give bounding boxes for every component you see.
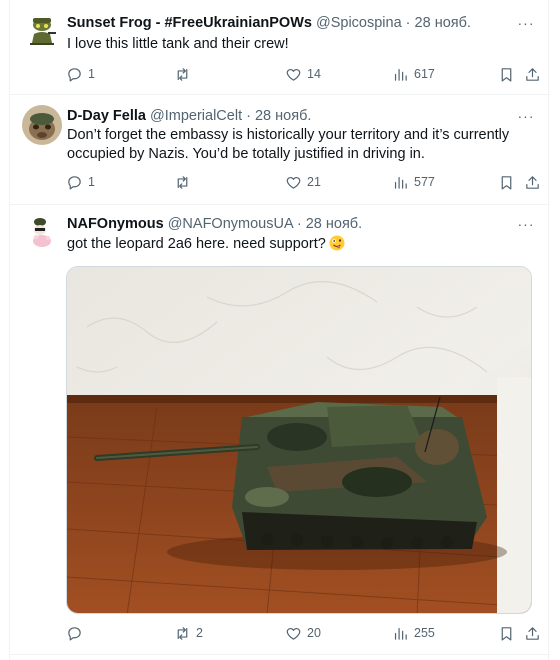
- share-icon: [526, 626, 539, 640]
- retweet-icon: [177, 67, 188, 81]
- bookmark-button[interactable]: [498, 623, 515, 643]
- bookmark-icon: [501, 175, 512, 189]
- tweet[interactable]: NAFOnymous @NAFOnymousUA · 28 нояб. ··· …: [10, 205, 550, 655]
- retweet-button[interactable]: [174, 64, 196, 84]
- share-button[interactable]: [524, 172, 541, 192]
- bookmark-icon: [501, 626, 512, 640]
- like-count: 21: [307, 175, 321, 189]
- more-icon[interactable]: ···: [516, 109, 536, 127]
- author-name[interactable]: D-Day Fella: [67, 108, 146, 124]
- views-icon: [394, 627, 407, 640]
- retweet-icon: [177, 175, 188, 189]
- views-count: 617: [414, 67, 435, 81]
- tweet-text-row: got the leopard 2a6 here. need support?: [67, 235, 530, 254]
- timestamp[interactable]: 28 нояб.: [306, 216, 362, 232]
- tank-photo[interactable]: [66, 266, 532, 614]
- reply-count: 1: [88, 67, 95, 81]
- retweet-count: 2: [196, 626, 203, 640]
- reply-icon: [68, 175, 81, 189]
- reply-icon: [68, 67, 81, 81]
- retweet-button[interactable]: [174, 172, 196, 192]
- tweet-actions: 2 20 255: [66, 623, 539, 643]
- more-icon[interactable]: ···: [516, 217, 536, 235]
- timeline: Sunset Frog - #FreeUkrainianPOWs @Spicos…: [9, 0, 550, 660]
- tweet-text: Don’t forget the embassy is historically…: [67, 127, 510, 162]
- timestamp[interactable]: 28 нояб.: [255, 108, 311, 124]
- tweet[interactable]: Sunset Frog - #FreeUkrainianPOWs @Spicos…: [10, 0, 550, 95]
- like-button[interactable]: 20: [285, 623, 321, 643]
- like-count: 14: [307, 67, 321, 81]
- tweet-text: I love this little tank and their crew!: [67, 36, 289, 52]
- zany-face-icon: [329, 235, 345, 251]
- like-button[interactable]: 21: [285, 172, 321, 192]
- tweet[interactable]: D-Day Fella @ImperialCelt · 28 нояб. ···…: [10, 95, 550, 205]
- tweet-header: D-Day Fella @ImperialCelt · 28 нояб.: [67, 107, 510, 125]
- bookmark-button[interactable]: [498, 172, 515, 192]
- tweet-header: NAFOnymous @NAFOnymousUA · 28 нояб.: [67, 215, 510, 233]
- timestamp[interactable]: 28 нояб.: [415, 15, 471, 31]
- author-name[interactable]: NAFOnymous: [67, 216, 164, 232]
- author-handle[interactable]: @ImperialCelt: [150, 108, 242, 124]
- reply-button[interactable]: [66, 623, 88, 643]
- like-icon: [286, 68, 301, 81]
- separator: ·: [242, 108, 255, 124]
- separator: ·: [292, 216, 306, 232]
- bookmark-button[interactable]: [498, 64, 515, 84]
- reply-button[interactable]: 1: [66, 172, 95, 192]
- avatar[interactable]: [22, 213, 62, 253]
- author-name[interactable]: Sunset Frog - #FreeUkrainianPOWs: [67, 15, 312, 31]
- author-handle[interactable]: @NAFOnymousUA: [168, 216, 293, 232]
- tweet-actions: 1 21 577: [66, 172, 539, 192]
- views-count: 577: [414, 175, 435, 189]
- views-count: 255: [414, 626, 435, 640]
- views-icon: [394, 68, 407, 81]
- retweet-button[interactable]: 2: [174, 623, 203, 643]
- tweet-text: got the leopard 2a6 here. need support?: [67, 236, 326, 252]
- views-button[interactable]: 617: [392, 64, 435, 84]
- share-icon: [526, 67, 539, 81]
- bookmark-icon: [501, 67, 512, 81]
- views-button[interactable]: 255: [392, 623, 435, 643]
- author-handle[interactable]: @Spicospina: [316, 15, 402, 31]
- reply-icon: [68, 626, 81, 640]
- like-icon: [286, 627, 301, 640]
- separator: ·: [401, 15, 415, 31]
- views-icon: [394, 176, 407, 189]
- like-button[interactable]: 14: [285, 64, 321, 84]
- share-button[interactable]: [524, 623, 541, 643]
- share-button[interactable]: [524, 64, 541, 84]
- share-icon: [526, 175, 539, 189]
- reply-button[interactable]: 1: [66, 64, 95, 84]
- like-count: 20: [307, 626, 321, 640]
- views-button[interactable]: 577: [392, 172, 435, 192]
- more-icon[interactable]: ···: [516, 16, 536, 34]
- avatar[interactable]: [22, 105, 62, 145]
- retweet-icon: [177, 626, 188, 640]
- avatar[interactable]: [22, 10, 62, 50]
- tweet-header: Sunset Frog - #FreeUkrainianPOWs @Spicos…: [67, 14, 510, 32]
- like-icon: [286, 176, 301, 189]
- reply-count: 1: [88, 175, 95, 189]
- tweet-actions: 1 14 617: [66, 64, 539, 84]
